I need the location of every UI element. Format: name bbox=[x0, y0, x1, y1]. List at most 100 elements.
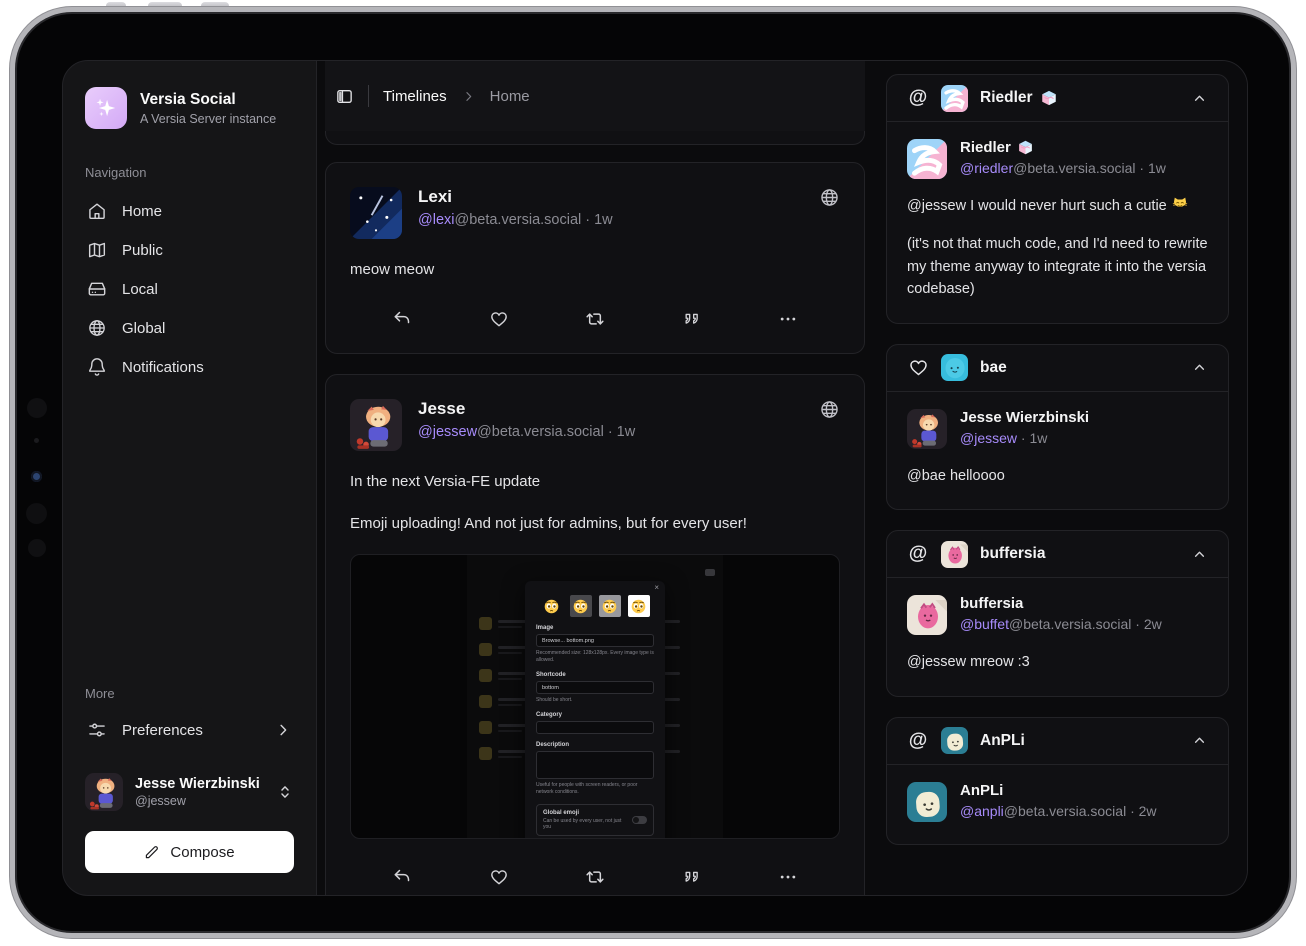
like-heart-icon bbox=[907, 357, 929, 378]
file-input[interactable]: Browse... bottom.png bbox=[536, 634, 654, 647]
global-emoji-toggle[interactable] bbox=[632, 816, 647, 824]
post-text: (it's not that much code, and I'd need t… bbox=[907, 233, 1208, 300]
quote-button[interactable] bbox=[682, 867, 702, 887]
avatar[interactable] bbox=[907, 409, 947, 449]
more-button[interactable] bbox=[778, 309, 798, 329]
breadcrumb-timelines[interactable]: Timelines bbox=[383, 88, 447, 105]
image-label: Image bbox=[536, 625, 654, 631]
mention-at-icon: @ bbox=[907, 543, 929, 565]
notification-card-bae[interactable]: bae Jesse Wierzbinski @jessew · 1w bbox=[886, 344, 1229, 510]
post-attachment-image[interactable]: × Image Browse... bottom.png Recommended bbox=[350, 554, 840, 839]
notification-card-buffersia[interactable]: @ buffersia buffersia @buffet@beta.versi… bbox=[886, 530, 1229, 696]
bell-icon bbox=[87, 357, 107, 377]
sidebar-toggle-icon[interactable] bbox=[335, 87, 354, 106]
collapse-button[interactable] bbox=[1191, 359, 1208, 376]
category-input[interactable] bbox=[536, 721, 654, 734]
avatar bbox=[941, 85, 968, 112]
avatar[interactable] bbox=[907, 139, 947, 179]
account-switcher[interactable]: Jesse Wierzbinski @jessew bbox=[85, 773, 294, 811]
sidebar-item-label: Global bbox=[122, 320, 165, 337]
global-emoji-label: Global emoji bbox=[543, 810, 626, 816]
post-author-handle: @riedler@beta.versia.social · 1w bbox=[960, 160, 1166, 176]
post-text: In the next Versia-FE update bbox=[350, 471, 840, 493]
sidebar-item-preferences[interactable]: Preferences bbox=[85, 711, 294, 749]
pleading-face-emoji bbox=[572, 598, 589, 615]
chevrons-up-down-icon bbox=[276, 783, 294, 801]
notification-card-anpli[interactable]: @ AnPLi AnPLi @anpli@beta.versia.social … bbox=[886, 717, 1229, 845]
compose-button[interactable]: Compose bbox=[85, 831, 294, 873]
previous-post-card-partial[interactable] bbox=[325, 131, 865, 145]
boost-button[interactable] bbox=[585, 867, 605, 887]
more-button[interactable] bbox=[778, 867, 798, 887]
category-label: Category bbox=[536, 712, 654, 718]
sidebar-item-home[interactable]: Home bbox=[85, 193, 294, 229]
collapse-button[interactable] bbox=[1191, 732, 1208, 749]
emoji-preview-gray bbox=[570, 595, 592, 617]
tablet-frame: Versia Social A Versia Server instance N… bbox=[10, 7, 1296, 938]
breadcrumb-home: Home bbox=[490, 88, 530, 105]
trans-cube-emoji bbox=[1040, 89, 1058, 107]
post-author-name[interactable]: Jesse Wierzbinski bbox=[960, 409, 1089, 426]
pencil-icon bbox=[144, 844, 160, 860]
quote-button[interactable] bbox=[682, 309, 702, 329]
notification-card-riedler[interactable]: @ Riedler Riedler @riedler@beta.versia.s… bbox=[886, 74, 1229, 324]
bezel-sensor bbox=[28, 539, 46, 557]
avatar[interactable] bbox=[907, 782, 947, 822]
collapse-button[interactable] bbox=[1191, 546, 1208, 563]
avatar bbox=[941, 354, 968, 381]
versia-logo-icon bbox=[85, 87, 127, 129]
emoji-preview-dark bbox=[541, 595, 563, 617]
trans-cube-emoji bbox=[1017, 139, 1034, 156]
like-button[interactable] bbox=[489, 867, 509, 887]
avatar bbox=[85, 773, 123, 811]
boost-button[interactable] bbox=[585, 309, 605, 329]
brand[interactable]: Versia Social A Versia Server instance bbox=[85, 87, 294, 129]
post-text: @jessew mreow :3 bbox=[907, 651, 1208, 673]
post-actions bbox=[350, 867, 840, 887]
post-author-name[interactable]: AnPLi bbox=[960, 782, 1003, 799]
post-actions bbox=[350, 309, 840, 329]
emoji-preview-row bbox=[536, 595, 654, 617]
notification-header[interactable]: @ AnPLi bbox=[887, 718, 1228, 765]
notification-header[interactable]: @ buffersia bbox=[887, 531, 1228, 578]
notification-header[interactable]: bae bbox=[887, 345, 1228, 392]
avatar bbox=[941, 541, 968, 568]
shortcode-input[interactable]: bottom bbox=[536, 681, 654, 694]
avatar[interactable] bbox=[350, 399, 402, 451]
like-button[interactable] bbox=[489, 309, 509, 329]
post-author-name[interactable]: Riedler bbox=[960, 139, 1011, 156]
notification-header[interactable]: @ Riedler bbox=[887, 75, 1228, 122]
sidebar-item-local[interactable]: Local bbox=[85, 271, 294, 307]
notification-title: AnPLi bbox=[980, 732, 1025, 750]
sidebar-item-global[interactable]: Global bbox=[85, 310, 294, 346]
avatar[interactable] bbox=[907, 595, 947, 635]
sidebar-item-notifications[interactable]: Notifications bbox=[85, 349, 294, 385]
chevron-right-icon bbox=[274, 721, 292, 739]
reply-button[interactable] bbox=[392, 309, 412, 329]
collapse-button[interactable] bbox=[1191, 90, 1208, 107]
post-author-handle: @jessew · 1w bbox=[960, 430, 1089, 446]
sidebar-item-public[interactable]: Public bbox=[85, 232, 294, 268]
server-icon bbox=[87, 279, 107, 299]
post-author-name[interactable]: Lexi bbox=[418, 187, 613, 207]
avatar bbox=[941, 727, 968, 754]
cat-face-emoji bbox=[1171, 195, 1189, 213]
post-author-handle: @buffet@beta.versia.social · 2w bbox=[960, 616, 1162, 632]
image-help: Recommended size: 128x128px. Every image… bbox=[536, 650, 654, 664]
post-author-name[interactable]: Jesse bbox=[418, 399, 635, 419]
shortcode-help: Should be short. bbox=[536, 697, 654, 704]
reply-button[interactable] bbox=[392, 867, 412, 887]
sidebar: Versia Social A Versia Server instance N… bbox=[63, 61, 316, 895]
nav-section-label: Navigation bbox=[85, 165, 294, 180]
pleading-face-emoji bbox=[543, 598, 560, 615]
avatar[interactable] bbox=[350, 187, 402, 239]
post-card-jesse[interactable]: Jesse @jessew@beta.versia.social · 1w In… bbox=[325, 374, 865, 896]
post-text: Emoji uploading! And not just for admins… bbox=[350, 513, 840, 535]
close-icon[interactable]: × bbox=[654, 583, 659, 592]
post-author-name[interactable]: buffersia bbox=[960, 595, 1023, 612]
description-textarea[interactable] bbox=[536, 751, 654, 779]
sidebar-item-label: Home bbox=[122, 203, 162, 220]
sidebar-item-label: Notifications bbox=[122, 359, 204, 376]
post-card-lexi[interactable]: Lexi @lexi@beta.versia.social · 1w meow … bbox=[325, 162, 865, 354]
page: Versia Social A Versia Server instance N… bbox=[0, 0, 1306, 946]
